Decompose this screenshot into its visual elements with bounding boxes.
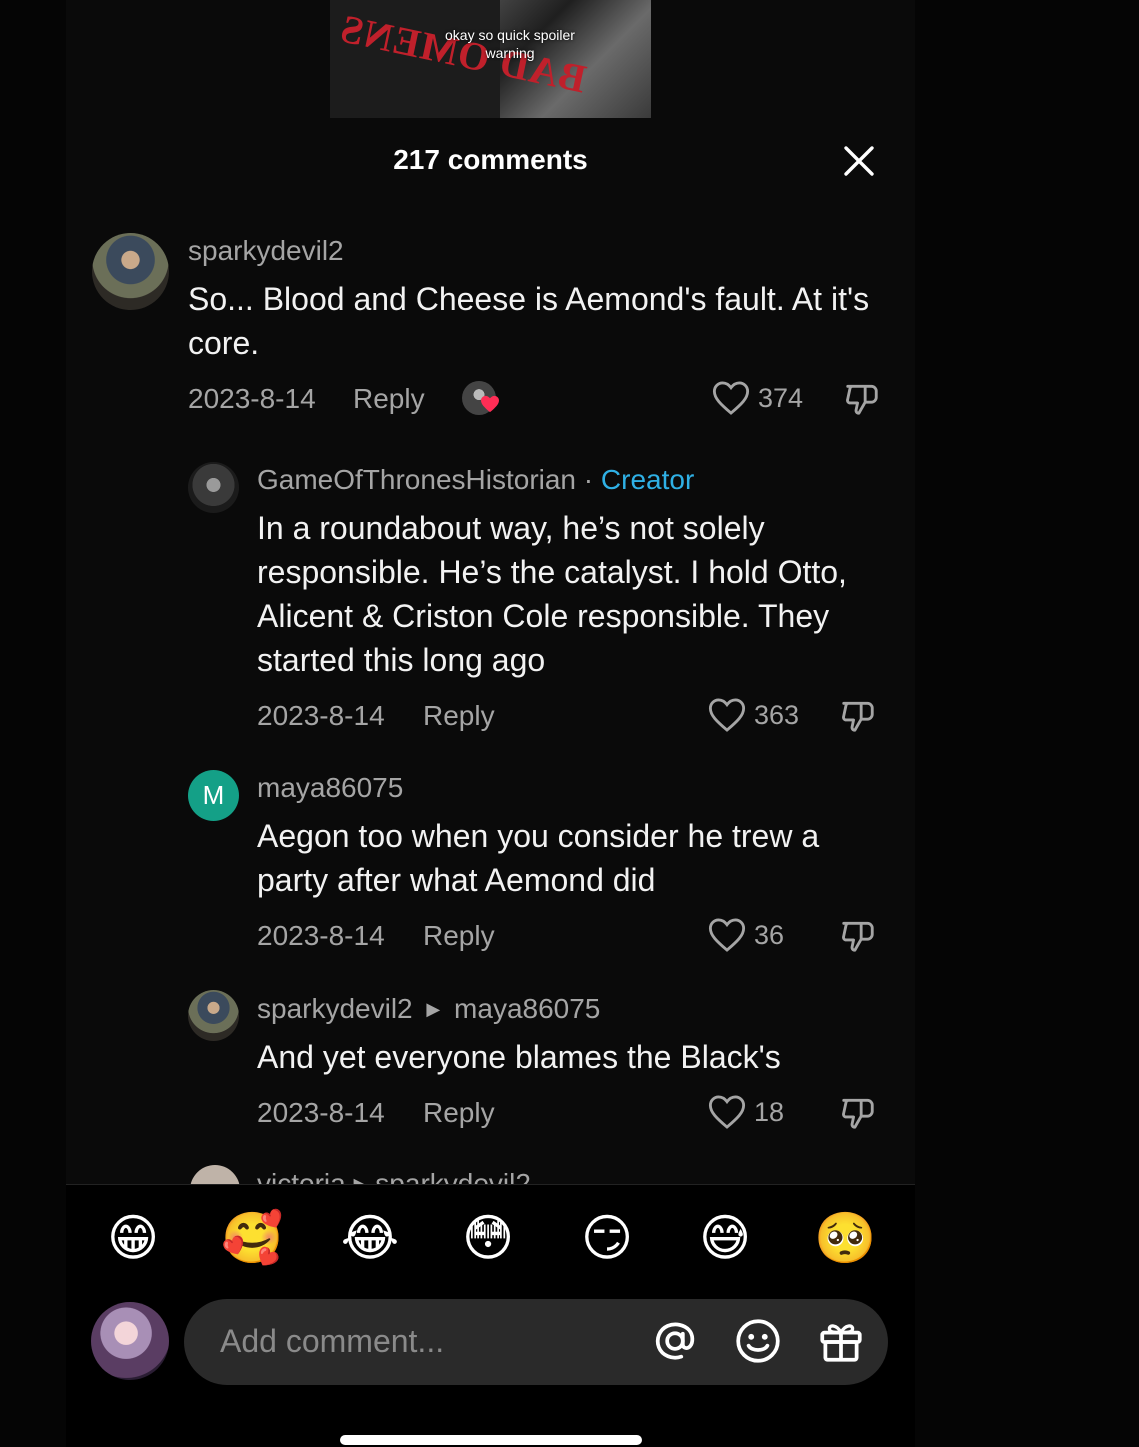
comment-text: So... Blood and Cheese is Aemond's fault… [188,281,870,361]
dislike-icon[interactable] [839,697,877,735]
comment-text: And yet everyone blames the Black's [257,1039,781,1075]
heart-icon [712,381,750,415]
avatar-sparkydevil2[interactable] [92,233,169,310]
avatar-maya86075[interactable]: M [188,770,239,821]
emoji-flushed[interactable]: 😳 [458,1208,518,1268]
my-avatar[interactable] [91,1302,169,1380]
right-backdrop [915,0,1139,1447]
gift-icon[interactable] [816,1316,866,1366]
avatar-sparkydevil2[interactable] [188,990,239,1041]
comment-username[interactable]: sparkydevil2 [188,235,344,267]
reply-to-username[interactable]: maya86075 [454,993,600,1024]
heart-icon [708,1095,746,1129]
close-icon [844,146,874,176]
comment-username[interactable]: maya86075 [257,772,403,804]
comment-username-line: sparkydevil2 ▶ maya86075 [257,993,600,1025]
creator-tag: Creator [600,464,695,495]
reply-button[interactable]: Reply [423,700,495,732]
comment-username[interactable]: GameOfThronesHistorian [257,464,576,495]
reply-button[interactable]: Reply [353,383,425,415]
comment-text: Aegon too when you consider he trew a pa… [257,818,820,898]
emoji-pleading[interactable]: 🥺 [814,1208,876,1268]
video-thumbnail[interactable]: BAD OMENS okay so quick spoiler warning [330,0,651,118]
comments-count-title: 217 comments [393,144,588,175]
emoji-tears-of-joy[interactable]: 😂 [340,1208,400,1268]
comment-date: 2023-8-14 [257,700,385,731]
comment-username[interactable]: sparkydevil2 [257,993,413,1024]
emoji-icon[interactable] [733,1316,783,1366]
left-backdrop [0,0,66,1447]
cutoff-comment-header: victoria ▸ sparkydevil2 [257,1170,531,1184]
like-button[interactable]: 36 [708,917,784,953]
emoji-smirk[interactable]: 😏 [577,1208,637,1268]
dislike-icon[interactable] [839,917,877,955]
home-indicator[interactable] [340,1435,642,1445]
like-button[interactable]: 18 [708,1094,784,1130]
video-caption: okay so quick spoiler warning [445,27,575,61]
comment-text: In a roundabout way, he’s not solely res… [257,510,847,678]
like-count: 363 [754,699,800,730]
emoji-hearts-face[interactable]: 🥰 [221,1208,283,1268]
close-button[interactable] [838,140,880,182]
reply-arrow-icon: ▶ [426,999,441,1019]
like-button[interactable]: 363 [708,697,799,733]
dislike-icon[interactable] [839,1094,877,1132]
comment-date: 2023-8-14 [257,1097,385,1128]
heart-icon [708,918,746,952]
at-icon[interactable] [650,1316,700,1366]
avatar-victoria[interactable] [190,1165,240,1185]
username-separator: · [576,464,601,495]
heart-filled-icon [481,395,499,413]
comment-input-placeholder: Add comment... [220,1323,445,1359]
like-count: 36 [754,919,785,950]
emoji-grin[interactable]: 😁 [103,1208,163,1268]
reply-button[interactable]: Reply [423,1097,495,1129]
avatar-gameofthroneshistorian[interactable] [188,462,239,513]
creator-liked-badge [462,381,499,417]
dislike-icon[interactable] [843,380,881,418]
comment-date: 2023-8-14 [188,383,316,414]
reply-button[interactable]: Reply [423,920,495,952]
emoji-sweat-smile[interactable]: 😅 [695,1208,755,1268]
like-count: 374 [758,382,804,413]
like-count: 18 [754,1096,785,1127]
comment-date: 2023-8-14 [257,920,385,951]
like-button[interactable]: 374 [712,380,803,416]
comment-username-line: GameOfThronesHistorian · Creator [257,464,694,496]
heart-icon [708,698,746,732]
